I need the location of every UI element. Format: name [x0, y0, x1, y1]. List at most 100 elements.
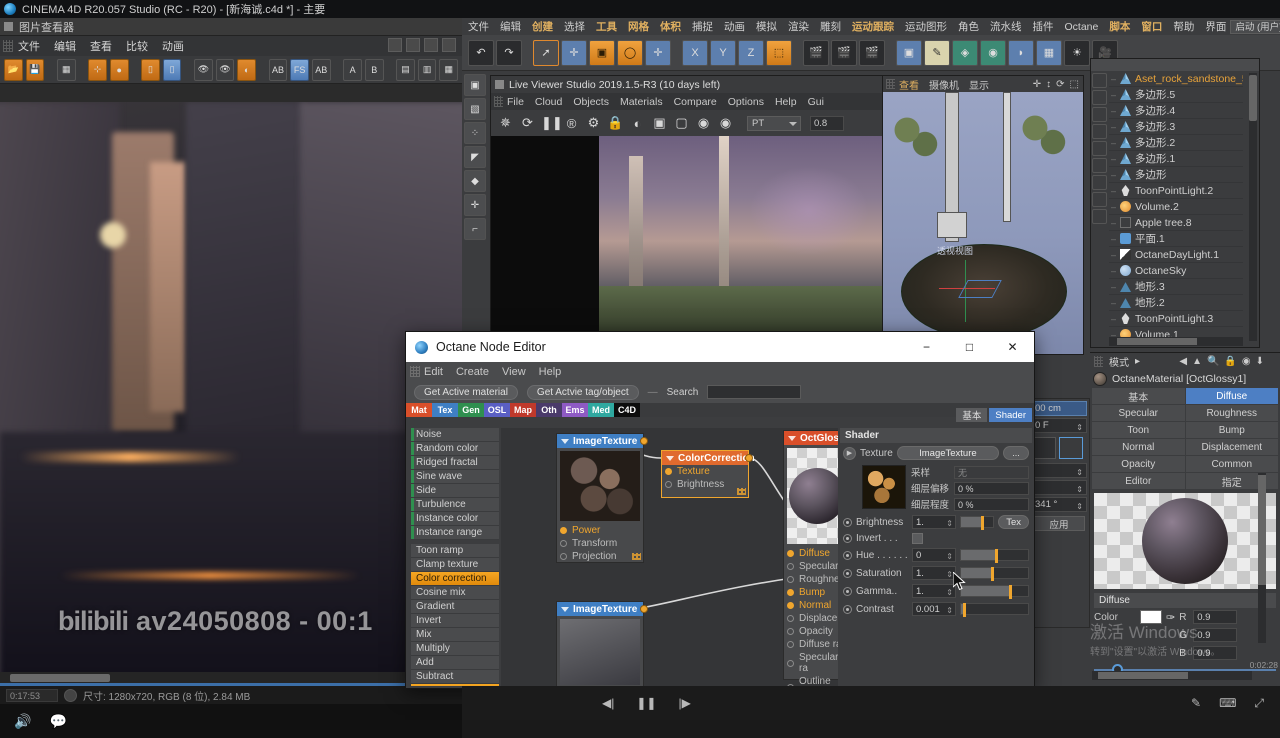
texture-mode-icon[interactable]: ▧: [464, 98, 486, 120]
model-mode-icon[interactable]: ▣: [464, 74, 486, 96]
object-list-item[interactable]: –地形.2: [1109, 295, 1243, 311]
expand-icon[interactable]: ⤢: [1254, 696, 1264, 711]
om-sun-icon[interactable]: [1092, 141, 1107, 156]
om-volume-icon[interactable]: [1092, 175, 1107, 190]
texture-value[interactable]: ImageTexture: [897, 446, 999, 460]
view-split-icon[interactable]: ◐: [237, 59, 256, 81]
material-tab-Normal[interactable]: Normal: [1092, 439, 1185, 455]
edge-mode-icon[interactable]: ◤: [464, 146, 486, 168]
object-list[interactable]: –Aset_rock_sandstone_5_p–多边形.5–多边形.4–多边形…: [1109, 71, 1243, 343]
menu-render[interactable]: 渲染: [788, 19, 809, 34]
port-dot[interactable]: [787, 563, 794, 570]
play-icon[interactable]: [64, 689, 77, 702]
lv-menu-help[interactable]: Help: [775, 96, 797, 108]
object-list-item[interactable]: –多边形.5: [1109, 87, 1243, 103]
material-tab-Bump[interactable]: Bump: [1186, 422, 1279, 438]
node-port-texture[interactable]: Texture: [662, 465, 748, 478]
node-type-noise[interactable]: Noise: [411, 428, 499, 442]
object-list-item[interactable]: –平面.1: [1109, 231, 1243, 247]
node-type-sine-wave[interactable]: Sine wave: [411, 470, 499, 484]
slider-knob[interactable]: [1009, 585, 1012, 599]
property-value[interactable]: 0⇕: [912, 548, 956, 562]
exposure-field[interactable]: 0.8: [810, 116, 844, 131]
stepper-icon-4[interactable]: ⇕: [1076, 483, 1083, 496]
axis-tool-icon[interactable]: ✛: [645, 40, 671, 66]
vp-menu-camera[interactable]: 摄像机: [929, 77, 959, 92]
mode-label[interactable]: 模式: [1109, 354, 1129, 369]
property-slider[interactable]: [960, 603, 1029, 615]
y-axis-icon[interactable]: Y: [710, 40, 736, 66]
menu-plugins[interactable]: 插件: [1033, 19, 1054, 34]
person-icon[interactable]: ●: [110, 59, 129, 81]
property-toggle-icon[interactable]: [843, 569, 852, 578]
port-dot[interactable]: [787, 576, 794, 583]
view-double-icon[interactable]: 👁: [216, 59, 235, 81]
grip-icon[interactable]: [3, 40, 13, 52]
pause-playback-icon[interactable]: ❚❚: [636, 696, 656, 710]
scale-tool-icon[interactable]: ▣: [589, 40, 615, 66]
stepper-icon[interactable]: ⇕: [1076, 421, 1083, 434]
layer-3-icon[interactable]: ▦: [439, 59, 458, 81]
category-tab-osl[interactable]: OSL: [484, 403, 510, 417]
node-port-roughness[interactable]: Roughness: [784, 573, 838, 586]
keyboard-icon[interactable]: ⌨: [1219, 696, 1236, 711]
stepper-icon[interactable]: ⇕: [946, 550, 953, 563]
om-ring-icon[interactable]: [1092, 192, 1107, 207]
menu-edit[interactable]: 编辑: [500, 19, 521, 34]
layout-dropdown[interactable]: 启动 (用户): [1230, 20, 1280, 34]
settings-gear-icon[interactable]: ⚙: [585, 115, 602, 131]
ne-menu-view[interactable]: View: [502, 366, 526, 378]
pick-material-icon[interactable]: ▣: [651, 115, 668, 131]
node-header[interactable]: ImageTexture: [557, 602, 643, 616]
node-port-bump[interactable]: Bump: [784, 586, 838, 599]
x-axis-icon[interactable]: X: [682, 40, 708, 66]
layer-1-icon[interactable]: ▤: [396, 59, 415, 81]
menu-create[interactable]: 创建: [532, 19, 553, 34]
node-output-port[interactable]: [640, 605, 648, 613]
ab-fps-icon[interactable]: FS: [290, 59, 309, 81]
maximize-button[interactable]: □: [948, 332, 991, 362]
node-type-ridged-fractal[interactable]: Ridged fractal: [411, 456, 499, 470]
coord-field-2[interactable]: 0 F⇕: [1031, 418, 1087, 433]
live-selection-icon[interactable]: ➚: [533, 40, 559, 66]
node-imagetexture-1[interactable]: ImageTexture Power Transform Projection: [556, 433, 644, 563]
attribute-horizontal-scrollbar[interactable]: [1092, 671, 1252, 680]
port-dot[interactable]: [787, 615, 794, 622]
object-list-item[interactable]: –Aset_rock_sandstone_5_p: [1109, 71, 1243, 87]
lv-menu-objects[interactable]: Objects: [573, 96, 609, 108]
port-dot[interactable]: [560, 553, 567, 560]
menu-select[interactable]: 选择: [564, 19, 585, 34]
mark-b-icon[interactable]: B: [365, 59, 384, 81]
node-type-mix[interactable]: Mix: [411, 628, 499, 642]
iv-menu-file[interactable]: 文件: [18, 38, 40, 54]
collapse-triangle-icon[interactable]: [788, 436, 796, 441]
menu-sculpt[interactable]: 雕刻: [820, 19, 841, 34]
category-tab-oth[interactable]: Oth: [536, 403, 562, 417]
menu-snap[interactable]: 捕捉: [692, 19, 713, 34]
nurbs-icon[interactable]: ◈: [952, 40, 978, 66]
node-type-turbulence[interactable]: Turbulence: [411, 498, 499, 512]
eyedropper-icon[interactable]: ✑: [1166, 611, 1175, 624]
volume-icon[interactable]: 🔊: [14, 713, 31, 730]
property-value[interactable]: 1.⇕: [912, 584, 956, 598]
scrollbar-thumb[interactable]: [1249, 75, 1257, 121]
scrollbar-thumb[interactable]: [1098, 672, 1188, 679]
collapse-triangle-icon[interactable]: [666, 456, 674, 461]
material-tab-Toon[interactable]: Toon: [1092, 422, 1185, 438]
node-type-multiply[interactable]: Multiply: [411, 642, 499, 656]
pan-icon[interactable]: ✛: [1033, 79, 1041, 90]
port-dot[interactable]: [787, 602, 794, 609]
node-type-gradient[interactable]: Gradient: [411, 600, 499, 614]
node-port-opacity[interactable]: Opacity: [784, 625, 838, 638]
add-frame-icon[interactable]: ⊹: [88, 59, 107, 81]
node-output-port[interactable]: [640, 437, 648, 445]
ne-menu-edit[interactable]: Edit: [424, 366, 443, 378]
pin-icon[interactable]: ⬇: [1256, 356, 1264, 367]
stepper-icon-5[interactable]: ⇕: [1076, 500, 1083, 513]
node-resize-grip[interactable]: [632, 553, 641, 560]
node-type-add[interactable]: Add: [411, 656, 499, 670]
object-list-item[interactable]: –OctaneSky: [1109, 263, 1243, 279]
node-type-instance-range[interactable]: Instance range: [411, 526, 499, 540]
redo-icon[interactable]: ↷: [496, 40, 522, 66]
rotate-tool-icon[interactable]: ◯: [617, 40, 643, 66]
